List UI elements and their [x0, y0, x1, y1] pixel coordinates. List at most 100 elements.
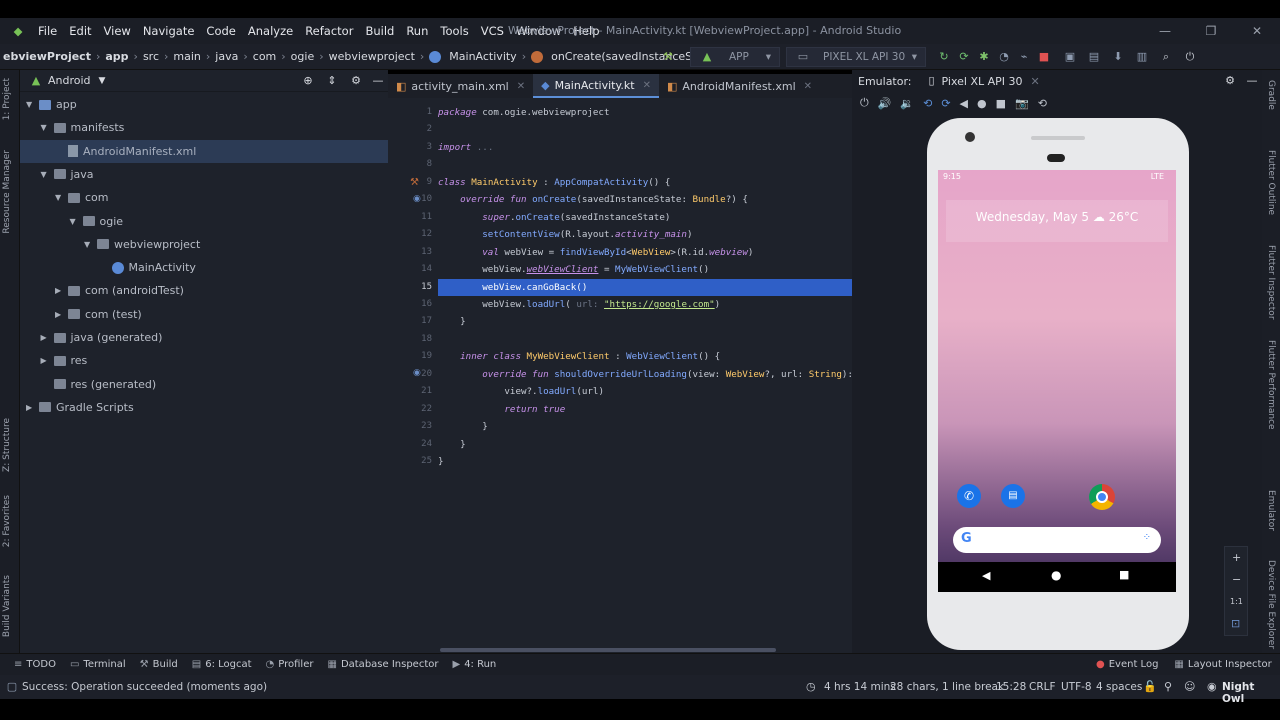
- chevron-down-icon[interactable]: ▼: [26, 100, 36, 109]
- favorites-tab[interactable]: 2: Favorites: [2, 495, 12, 547]
- chevron-right-icon[interactable]: ▶: [41, 333, 51, 342]
- close-icon[interactable]: ✕: [804, 81, 812, 92]
- gradle-tab[interactable]: Gradle: [1266, 80, 1276, 110]
- close-icon[interactable]: ✕: [643, 80, 651, 91]
- smiley-icon[interactable]: ☺: [1184, 680, 1195, 693]
- phone-screen[interactable]: 9:15 LTE Wednesday, May 5 ☁ 26°C ✆ ▤ G ⁘…: [938, 170, 1176, 592]
- code-line[interactable]: override fun shouldOverrideUrlLoading(vi…: [438, 366, 852, 383]
- messages-app-icon[interactable]: ▤: [1001, 484, 1025, 508]
- phone-app-icon[interactable]: ✆: [957, 484, 981, 508]
- code-line[interactable]: override fun onCreate(savedInstanceState…: [438, 191, 748, 208]
- emulator-device-tab[interactable]: Pixel XL API 30: [942, 75, 1023, 88]
- menu-item-edit[interactable]: Edit: [69, 24, 91, 38]
- home-icon[interactable]: ●: [977, 97, 987, 110]
- maximize-button[interactable]: ❐: [1188, 18, 1234, 44]
- stop-icon[interactable]: ■: [1036, 49, 1052, 65]
- close-icon[interactable]: ✕: [1031, 75, 1040, 88]
- chevron-down-icon[interactable]: ▼: [84, 240, 94, 249]
- debug-icon[interactable]: ✱: [976, 49, 992, 65]
- close-icon[interactable]: ✕: [517, 81, 525, 92]
- code-line[interactable]: webView.loadUrl( url: "https://google.co…: [438, 296, 720, 313]
- breadcrumb-item[interactable]: webviewproject: [326, 50, 418, 63]
- volume-down-icon[interactable]: 🔉: [900, 97, 914, 110]
- menu-item-navigate[interactable]: Navigate: [143, 24, 195, 38]
- overview-icon[interactable]: ■: [1119, 568, 1129, 581]
- status-encoding[interactable]: UTF-8: [1061, 681, 1092, 693]
- breadcrumb-item[interactable]: MainActivity: [446, 50, 519, 63]
- project-tool-tab[interactable]: 1: Project: [2, 78, 12, 120]
- device-manager-icon[interactable]: ▣: [1062, 49, 1078, 65]
- minimize-button[interactable]: —: [1142, 18, 1188, 44]
- hammer-icon[interactable]: ⚒: [660, 49, 676, 65]
- code-line[interactable]: super.onCreate(savedInstanceState): [438, 209, 670, 226]
- tool-window-tab[interactable]: ≡ TODO: [14, 659, 56, 670]
- flutter-inspector-tab[interactable]: Flutter Inspector: [1266, 245, 1276, 320]
- status-line-separator[interactable]: CRLF: [1029, 681, 1056, 693]
- tree-item[interactable]: ▼ app: [20, 93, 388, 116]
- code-line[interactable]: }: [438, 418, 488, 435]
- menu-item-file[interactable]: File: [38, 24, 57, 38]
- code-line[interactable]: return true: [438, 401, 565, 418]
- tool-window-tab[interactable]: ⚒ Build: [140, 659, 178, 670]
- home-icon[interactable]: ●: [1051, 568, 1061, 582]
- chevron-right-icon[interactable]: ▶: [55, 310, 65, 319]
- rotate-left-icon[interactable]: ⟲: [923, 97, 932, 110]
- chevron-down-icon[interactable]: ▼: [55, 193, 65, 202]
- tree-item[interactable]: AndroidManifest.xml: [20, 139, 388, 163]
- tree-item[interactable]: ▼ webviewproject: [20, 233, 388, 256]
- flutter-outline-tab[interactable]: Flutter Outline: [1266, 150, 1276, 215]
- lock-icon[interactable]: 🔓: [1143, 680, 1157, 693]
- breadcrumb-item[interactable]: ebviewProject: [0, 50, 94, 63]
- menu-item-build[interactable]: Build: [365, 24, 394, 38]
- git-icon[interactable]: ⚲: [1164, 680, 1172, 693]
- status-theme[interactable]: Night Owl: [1222, 681, 1280, 705]
- editor-tab[interactable]: ◆ MainActivity.kt ✕: [533, 74, 659, 98]
- tool-window-tab[interactable]: ▦ Layout Inspector: [1174, 659, 1271, 670]
- zoom-out-icon[interactable]: −: [1232, 573, 1241, 586]
- hide-icon[interactable]: —: [1244, 73, 1260, 89]
- tool-window-tab[interactable]: ▶ 4: Run: [452, 659, 496, 670]
- tree-item[interactable]: ▼ manifests: [20, 116, 388, 139]
- emulator-tab[interactable]: Emulator: [1266, 490, 1276, 531]
- overview-icon[interactable]: ■: [996, 97, 1006, 110]
- tool-window-tab[interactable]: ◔ Profiler: [266, 659, 314, 670]
- tree-item[interactable]: ▶ com (test): [20, 303, 388, 326]
- tree-item[interactable]: ▶ com (androidTest): [20, 279, 388, 302]
- tree-item[interactable]: MainActivity: [20, 256, 388, 279]
- zoom-in-icon[interactable]: +: [1232, 551, 1241, 564]
- menu-item-view[interactable]: View: [104, 24, 131, 38]
- locate-icon[interactable]: ⊕: [300, 73, 316, 89]
- menu-item-code[interactable]: Code: [206, 24, 235, 38]
- back-icon[interactable]: ◀: [960, 97, 968, 110]
- hide-icon[interactable]: —: [370, 73, 386, 89]
- snapshot-icon[interactable]: ⟲: [1038, 97, 1047, 110]
- tree-item[interactable]: ▼ java: [20, 163, 388, 186]
- editor-tab[interactable]: ◧ activity_main.xml ✕: [388, 74, 533, 98]
- tree-item[interactable]: res (generated): [20, 373, 388, 396]
- device-file-explorer-tab[interactable]: Device File Explorer: [1266, 560, 1276, 649]
- device-select[interactable]: ▭ PIXEL XL API 30 ▾: [786, 47, 926, 67]
- layout-icon[interactable]: ▥: [1134, 49, 1150, 65]
- fit-screen-icon[interactable]: ⊡: [1231, 617, 1240, 630]
- breadcrumb-item[interactable]: java: [212, 50, 241, 63]
- zoom-actual-size[interactable]: 1:1: [1230, 597, 1243, 606]
- menu-item-analyze[interactable]: Analyze: [248, 24, 293, 38]
- code-line[interactable]: view?.loadUrl(url): [438, 383, 604, 400]
- code-line[interactable]: webView.webViewClient = MyWebViewClient(…: [438, 261, 709, 278]
- code-line[interactable]: }: [438, 313, 466, 330]
- profile-icon[interactable]: ◔: [996, 49, 1012, 65]
- breadcrumb-item[interactable]: main: [170, 50, 203, 63]
- tree-item[interactable]: ▶ res: [20, 349, 388, 372]
- menu-item-tools[interactable]: Tools: [440, 24, 468, 38]
- editor-tab[interactable]: ◧ AndroidManifest.xml ✕: [659, 74, 820, 98]
- tree-item[interactable]: ▼ com: [20, 186, 388, 209]
- expand-icon[interactable]: ⇕: [324, 73, 340, 89]
- tool-window-tab[interactable]: ▭ Terminal: [70, 659, 126, 670]
- sdk-manager-icon[interactable]: ⬇: [1110, 49, 1126, 65]
- chevron-right-icon[interactable]: ▶: [26, 403, 36, 412]
- date-weather-widget[interactable]: Wednesday, May 5 ☁ 26°C: [946, 200, 1168, 242]
- tool-window-tab[interactable]: ▤ 6: Logcat: [192, 659, 252, 670]
- chevron-right-icon[interactable]: ▶: [55, 286, 65, 295]
- gear-icon[interactable]: ⚙: [348, 73, 364, 89]
- google-search-bar[interactable]: G ⁘: [953, 527, 1161, 553]
